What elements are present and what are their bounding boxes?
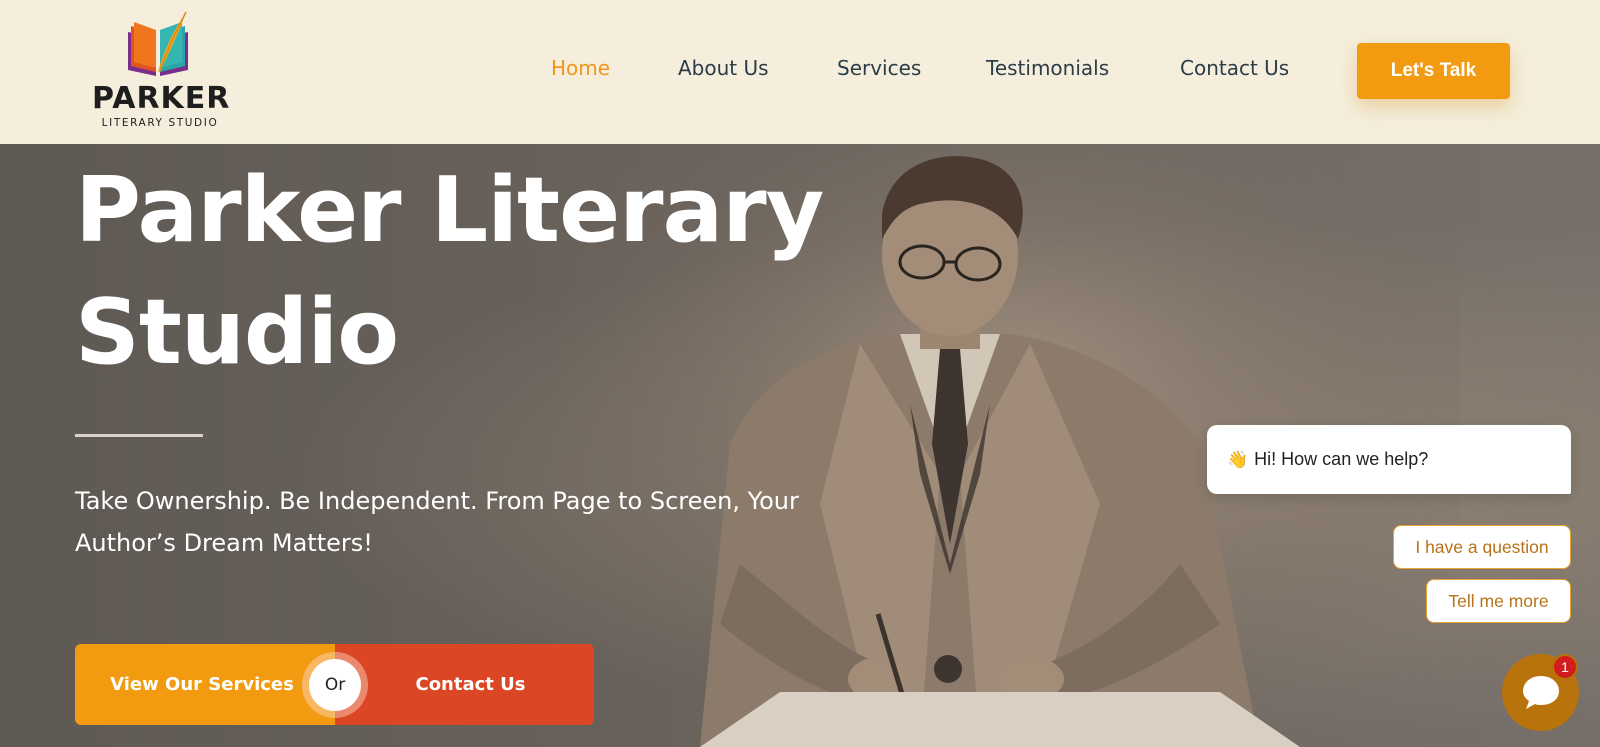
nav-about-us[interactable]: About Us xyxy=(678,56,769,80)
nav-services[interactable]: Services xyxy=(837,56,921,80)
lets-talk-button[interactable]: Let's Talk xyxy=(1357,43,1510,99)
chat-greeting-text: Hi! How can we help? xyxy=(1254,449,1429,469)
hero-divider xyxy=(75,434,203,437)
hero-cta-group: View Our Services Contact Us Or xyxy=(75,644,594,725)
hero-tagline: Take Ownership. Be Independent. From Pag… xyxy=(75,487,799,557)
site-header: PARKER LITERARY STUDIO Home About Us Ser… xyxy=(0,0,1600,144)
hero-title: Parker Literary Studio xyxy=(75,158,824,385)
book-quill-logo-icon xyxy=(128,11,188,76)
chat-bubble-icon xyxy=(1522,675,1559,709)
quick-reply-tell-more[interactable]: Tell me more xyxy=(1426,579,1571,623)
site-logo[interactable]: PARKER LITERARY STUDIO xyxy=(92,10,231,132)
unread-count-badge: 1 xyxy=(1552,654,1578,680)
nav-home[interactable]: Home xyxy=(551,56,610,80)
view-services-button[interactable]: View Our Services xyxy=(75,644,335,725)
chat-greeting-bubble[interactable]: 👋 Hi! How can we help? xyxy=(1207,425,1571,494)
contact-us-button[interactable]: Contact Us xyxy=(335,644,594,725)
waving-hand-icon: 👋 xyxy=(1227,449,1249,469)
nav-contact-us[interactable]: Contact Us xyxy=(1180,56,1289,80)
or-separator: Or xyxy=(309,659,361,711)
logo-subtitle: LITERARY STUDIO xyxy=(101,117,219,129)
nav-testimonials[interactable]: Testimonials xyxy=(986,56,1109,80)
logo-wordmark: PARKER xyxy=(92,81,231,116)
quick-reply-question[interactable]: I have a question xyxy=(1393,525,1571,569)
